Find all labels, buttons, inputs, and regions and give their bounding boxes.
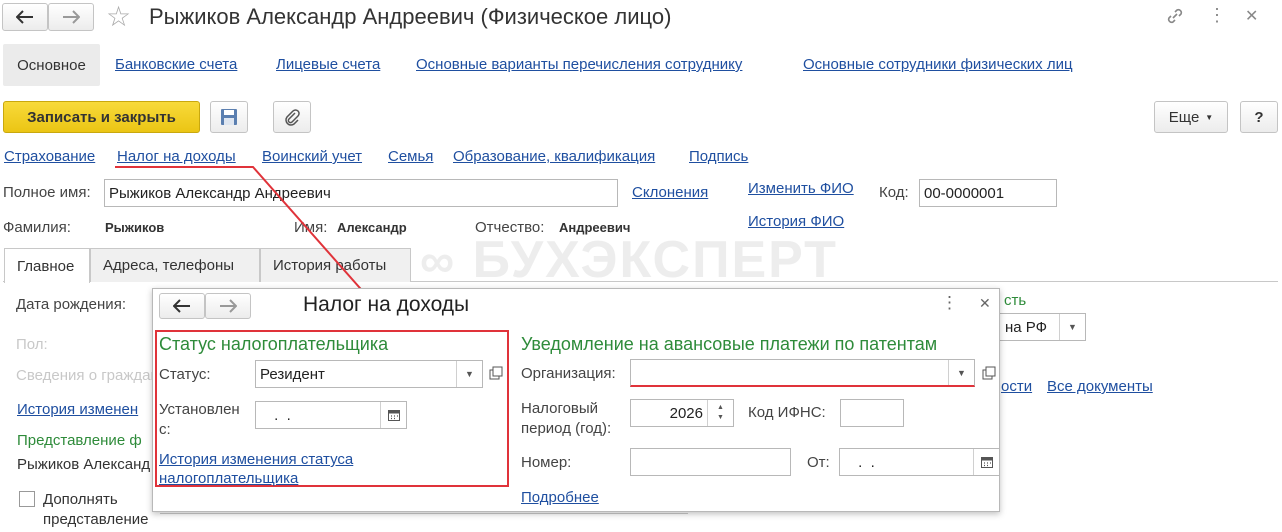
set-from-label: Установлен с: — [159, 400, 251, 440]
arrow-right-icon — [220, 299, 237, 313]
set-from-text: Установлен с: — [159, 401, 240, 438]
open-icon[interactable] — [487, 364, 505, 382]
dialog-title: Налог на доходы — [303, 293, 470, 316]
spin-down-icon[interactable]: ▼ — [717, 413, 724, 423]
organization-label: Организация: — [521, 365, 616, 382]
spinner-icon[interactable]: ▲ ▼ — [707, 400, 733, 426]
set-from-date-input[interactable]: . . — [255, 401, 407, 429]
ifns-label: Код ИФНС: — [748, 404, 826, 421]
dialog-forward-button[interactable] — [205, 293, 251, 319]
from-label: От: — [807, 454, 830, 471]
status-label: Статус: — [159, 366, 211, 383]
tax-period-text: Налоговый период (год): — [521, 400, 612, 437]
dialog-back-button[interactable] — [159, 293, 205, 319]
chevron-down-icon[interactable]: ▼ — [948, 360, 974, 385]
tax-period-input[interactable]: 2026 ▲ ▼ — [630, 399, 734, 427]
organization-select[interactable]: ▼ — [630, 359, 975, 387]
arrow-left-icon — [173, 299, 190, 313]
tax-period-value: 2026 — [669, 404, 703, 422]
status-value: Резидент — [260, 365, 325, 383]
taxpayer-status-title: Статус налогоплательщика — [159, 334, 389, 354]
number-input[interactable] — [630, 448, 791, 476]
open-icon[interactable] — [980, 364, 998, 382]
ifns-input[interactable] — [840, 399, 904, 427]
from-value: . . — [854, 453, 875, 471]
number-label: Номер: — [521, 454, 572, 471]
spin-up-icon[interactable]: ▲ — [717, 403, 724, 413]
from-date-input[interactable]: . . — [839, 448, 1000, 476]
status-select[interactable]: Резидент ▼ — [255, 360, 483, 388]
patent-notice-title: Уведомление на авансовые платежи по пате… — [521, 334, 938, 354]
dialog-close-icon[interactable]: ✕ — [979, 295, 991, 312]
calendar-icon[interactable] — [973, 449, 999, 475]
tax-period-label: Налоговый период (год): — [521, 399, 631, 439]
status-history-link[interactable]: История изменения статуса налогоплательщ… — [159, 451, 353, 487]
status-history-link-wrap: История изменения статуса налогоплательщ… — [159, 450, 399, 488]
set-from-value: . . — [270, 406, 291, 424]
chevron-down-icon[interactable]: ▼ — [456, 361, 482, 387]
taxpayer-status-section: Статус налогоплательщика Статус: Резиден… — [155, 330, 509, 487]
more-details-link[interactable]: Подробнее — [521, 489, 599, 506]
calendar-icon[interactable] — [380, 402, 406, 428]
income-tax-dialog: Налог на доходы ⋮ ✕ Статус налогоплатель… — [152, 288, 1000, 512]
dialog-more-icon[interactable]: ⋮ — [941, 293, 958, 313]
